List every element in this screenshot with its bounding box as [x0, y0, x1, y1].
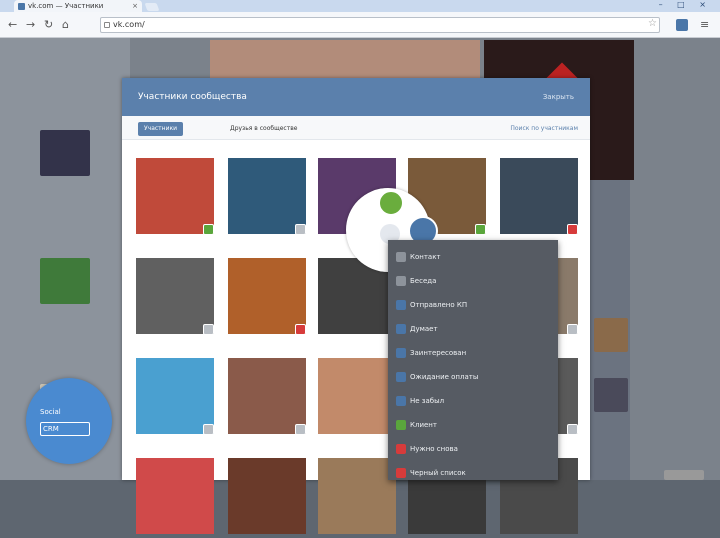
status-menu-label: Не забыл	[410, 397, 445, 405]
status-badge-icon[interactable]	[567, 224, 578, 235]
status-color-icon	[396, 276, 406, 286]
status-color-icon	[396, 300, 406, 310]
status-menu-item[interactable]: Ожидание оплаты	[394, 368, 552, 386]
member-photo[interactable]	[228, 258, 306, 334]
status-color-icon	[396, 372, 406, 382]
status-context-menu: Контакт Беседа Отправлено КП Думает Заинтере…	[388, 240, 558, 480]
member-card[interactable]	[228, 458, 306, 538]
url-text: vk.com/	[113, 20, 145, 29]
tab-title: vk.com — Участники	[28, 2, 104, 10]
member-photo[interactable]	[318, 458, 396, 534]
status-menu-label: Контакт	[410, 253, 441, 261]
member-card[interactable]	[318, 358, 396, 438]
member-photo[interactable]	[136, 458, 214, 534]
member-card[interactable]	[136, 358, 214, 438]
status-menu-item[interactable]: Беседа	[394, 272, 552, 290]
status-color-icon	[396, 324, 406, 334]
status-color-icon	[396, 252, 406, 262]
bg-thumbnail	[594, 378, 628, 412]
status-menu-item[interactable]: Отправлено КП	[394, 296, 552, 314]
modal-title: Участники сообщества	[138, 92, 247, 102]
scroll-handle[interactable]	[664, 470, 704, 480]
member-photo[interactable]	[136, 258, 214, 334]
status-badge-icon[interactable]	[295, 424, 306, 435]
member-card[interactable]	[228, 358, 306, 438]
status-badge-icon[interactable]	[203, 424, 214, 435]
status-color-icon	[396, 348, 406, 358]
status-badge-icon[interactable]	[203, 324, 214, 335]
status-menu-item[interactable]: Думает	[394, 320, 552, 338]
bg-banner	[210, 40, 480, 80]
logo-text: Social	[40, 408, 61, 416]
bg-thumbnail	[594, 318, 628, 352]
menu-icon[interactable]: ≡	[700, 18, 709, 31]
member-photo[interactable]	[318, 358, 396, 434]
star-icon[interactable]: ☆	[648, 18, 657, 29]
social-crm-logo[interactable]: Social CRM	[26, 378, 112, 464]
reload-icon[interactable]: ↻	[44, 19, 53, 31]
member-photo[interactable]	[500, 158, 578, 234]
add-status-icon[interactable]	[378, 190, 404, 216]
modal-close-button[interactable]: Закрыть	[543, 78, 574, 116]
status-color-icon	[396, 468, 406, 478]
status-color-icon	[396, 420, 406, 430]
member-photo[interactable]	[228, 358, 306, 434]
member-card[interactable]	[500, 158, 578, 238]
member-card[interactable]	[228, 258, 306, 338]
status-menu-label: Черный список	[410, 469, 466, 477]
member-card[interactable]	[318, 458, 396, 538]
status-color-icon	[396, 396, 406, 406]
browser-tab[interactable]: vk.com — Участники ×	[14, 0, 142, 12]
status-menu-item[interactable]: Клиент	[394, 416, 552, 434]
status-badge-icon[interactable]	[567, 424, 578, 435]
tab-close-icon[interactable]: ×	[132, 0, 138, 12]
status-menu-label: Думает	[410, 325, 438, 333]
member-photo[interactable]	[136, 358, 214, 434]
status-badge-icon[interactable]	[475, 224, 486, 235]
browser-toolbar: ← → ↻ ⌂ vk.com/ ☆ ≡	[0, 12, 720, 38]
back-icon[interactable]: ←	[8, 19, 17, 31]
member-photo[interactable]	[136, 158, 214, 234]
tab-members[interactable]: Участники	[138, 122, 184, 136]
bg-thumbnail	[40, 130, 90, 176]
new-tab-button[interactable]	[144, 3, 160, 11]
status-menu-label: Беседа	[410, 277, 437, 285]
status-color-icon	[396, 444, 406, 454]
member-photo[interactable]	[228, 158, 306, 234]
status-menu-item[interactable]: Нужно снова	[394, 440, 552, 458]
status-menu-item[interactable]: Заинтересован	[394, 344, 552, 362]
status-menu-item[interactable]: Не забыл	[394, 392, 552, 410]
status-menu-label: Отправлено КП	[410, 301, 468, 309]
member-photo[interactable]	[228, 458, 306, 534]
window-controls[interactable]: – □ ×	[659, 0, 712, 9]
browser-tabstrip: vk.com — Участники × – □ ×	[0, 0, 720, 12]
member-card[interactable]	[136, 458, 214, 538]
bg-thumbnail	[40, 258, 90, 304]
member-card[interactable]	[136, 158, 214, 238]
status-menu-label: Ожидание оплаты	[410, 373, 479, 381]
logo-box: CRM	[40, 422, 90, 436]
member-card[interactable]	[136, 258, 214, 338]
status-badge-icon[interactable]	[567, 324, 578, 335]
modal-tabs: Участники Друзья в сообществе Поиск по у…	[122, 116, 590, 140]
status-menu-item[interactable]: Черный список	[394, 464, 552, 482]
status-menu-label: Нужно снова	[410, 445, 458, 453]
address-bar[interactable]: vk.com/	[100, 17, 660, 33]
status-badge-icon[interactable]	[295, 324, 306, 335]
vk-favicon-icon	[18, 3, 25, 10]
page-icon	[104, 22, 110, 28]
member-card[interactable]	[228, 158, 306, 238]
status-menu-item[interactable]: Контакт	[394, 248, 552, 266]
modal-header: Участники сообщества Закрыть	[122, 78, 590, 116]
extension-icon[interactable]	[676, 19, 688, 31]
home-icon[interactable]: ⌂	[62, 19, 69, 31]
forward-icon[interactable]: →	[26, 19, 35, 31]
status-menu-label: Клиент	[410, 421, 437, 429]
status-menu-label: Заинтересован	[410, 349, 467, 357]
tab-friends[interactable]: Друзья в сообществе	[230, 122, 297, 136]
status-badge-icon[interactable]	[203, 224, 214, 235]
member-search-link[interactable]: Поиск по участникам	[510, 122, 578, 136]
status-badge-icon[interactable]	[295, 224, 306, 235]
